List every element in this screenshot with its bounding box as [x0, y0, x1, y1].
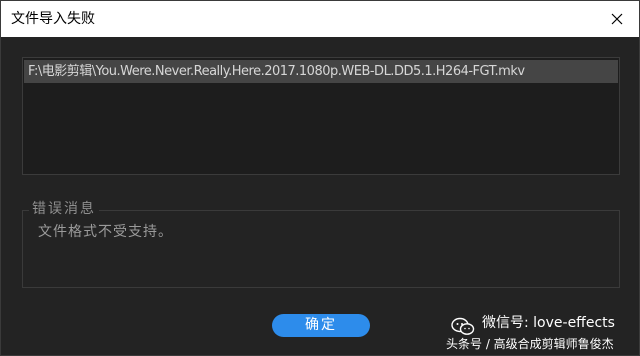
close-button[interactable]	[595, 1, 639, 37]
list-item[interactable]: F:\电影剪辑\You.Were.Never.Really.Here.2017.…	[24, 60, 618, 83]
watermark-wechat-id: 微信号: love-effects	[482, 315, 615, 331]
title-bar: 文件导入失败	[1, 1, 639, 37]
ok-button[interactable]: 确定	[272, 314, 370, 337]
error-message-legend: 错误消息	[29, 200, 99, 218]
dialog-title: 文件导入失败	[11, 11, 95, 27]
error-message-group	[22, 210, 620, 288]
failed-files-list[interactable]: F:\电影剪辑\You.Were.Never.Really.Here.2017.…	[22, 57, 620, 175]
error-message-text: 文件格式不受支持。	[38, 224, 173, 240]
watermark-author: 头条号 / 高级合成剪辑师鲁俊杰	[446, 337, 614, 351]
wechat-icon	[451, 317, 475, 335]
import-failed-dialog: 文件导入失败 F:\电影剪辑\You.Were.Never.Really.Her…	[0, 0, 640, 356]
close-icon	[611, 13, 623, 25]
